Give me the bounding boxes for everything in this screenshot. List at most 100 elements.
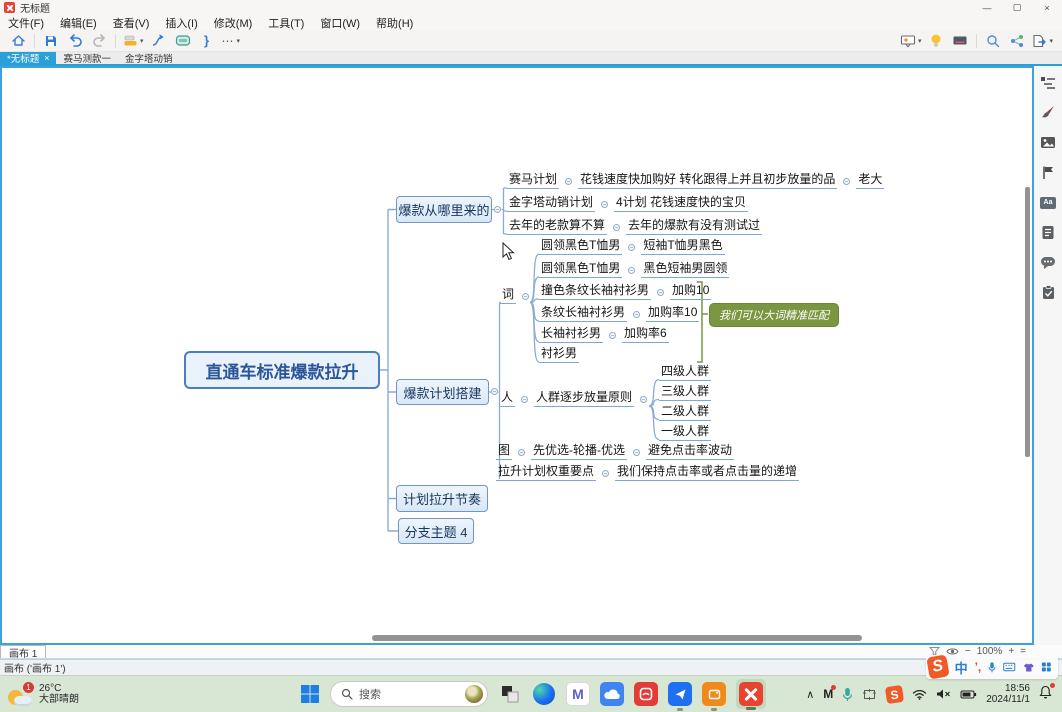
notes-button[interactable] — [1040, 224, 1057, 241]
canvas-tab-1[interactable]: 画布 1 — [0, 645, 46, 658]
topic[interactable]: 黑色短袖男圆领 — [641, 261, 729, 278]
brainstorm-button[interactable] — [927, 32, 945, 50]
collapse-toggle[interactable] — [494, 206, 501, 213]
topic[interactable]: 加购10 — [670, 283, 711, 300]
app-cloud-drive[interactable] — [600, 682, 624, 706]
tray-expand-chevron[interactable]: ∧ — [806, 688, 814, 701]
format-style-button[interactable]: ▾ — [123, 32, 144, 50]
insert-flag-button[interactable] — [1040, 164, 1057, 181]
tab-close-icon[interactable]: × — [44, 53, 49, 63]
topic[interactable]: 先优选-轮播-优选 — [531, 443, 627, 460]
topic-people[interactable]: 人 — [499, 390, 515, 407]
tab-saima-cekuan[interactable]: 赛马测款一 — [56, 52, 118, 64]
find-button[interactable] — [984, 32, 1002, 50]
collapse-toggle[interactable] — [628, 267, 635, 274]
save-button[interactable] — [42, 32, 60, 50]
topic[interactable]: 加购率6 — [622, 326, 669, 343]
topic-weight[interactable]: 拉升计划权重要点 — [496, 464, 596, 481]
topic[interactable]: 花钱速度快加购好 转化跟得上并且初步放量的品 — [578, 172, 837, 189]
sogou-toolbox-icon[interactable] — [1041, 661, 1052, 673]
app-blue-arrow[interactable] — [668, 682, 692, 706]
topic[interactable]: 衬衫男 — [539, 346, 579, 363]
menu-view[interactable]: 查看(V) — [105, 15, 158, 30]
app-files[interactable] — [498, 682, 522, 706]
slideshow-button[interactable]: ▾ — [900, 32, 922, 50]
topic[interactable]: 长袖衬衫男 — [539, 326, 603, 343]
insert-image-button[interactable] — [1040, 134, 1057, 151]
sogou-keyboard-icon[interactable] — [1003, 662, 1015, 672]
topic[interactable]: 圆领黑色T恤男 — [539, 238, 622, 255]
start-button[interactable] — [298, 682, 322, 706]
app-orange[interactable] — [702, 682, 726, 706]
topic[interactable]: 老大 — [856, 172, 884, 189]
font-style-button[interactable]: Aa — [1040, 194, 1057, 211]
summary-button[interactable]: } — [198, 32, 216, 50]
collapse-toggle[interactable] — [613, 224, 620, 231]
sogou-lang-mode[interactable]: 中 — [955, 658, 968, 677]
notification-center-button[interactable] — [1039, 685, 1052, 704]
banner-view-button[interactable] — [951, 32, 969, 50]
home-button[interactable] — [9, 32, 27, 50]
topic[interactable]: 一级人群 — [659, 424, 711, 441]
collapse-toggle[interactable] — [633, 449, 640, 456]
collapse-toggle[interactable] — [521, 396, 528, 403]
app-mindmaster[interactable]: M — [566, 682, 590, 706]
topic[interactable]: 三级人群 — [659, 384, 711, 401]
tab-jinzita-dongxiao[interactable]: 金字塔动销 — [118, 52, 180, 64]
search-highlight-image[interactable] — [465, 685, 483, 703]
topic[interactable]: 赛马计划 — [507, 172, 559, 189]
collapse-toggle[interactable] — [657, 289, 664, 296]
topic[interactable]: 避免点击率波动 — [646, 443, 734, 460]
style-brush-button[interactable] — [1040, 104, 1057, 121]
menu-edit[interactable]: 编辑(E) — [52, 15, 105, 30]
menu-modify[interactable]: 修改(M) — [206, 15, 261, 30]
summary-note[interactable]: 我们可以大词精准匹配 — [709, 303, 839, 327]
menu-file[interactable]: 文件(F) — [0, 15, 52, 30]
vertical-scrollbar[interactable] — [1025, 187, 1030, 457]
menu-insert[interactable]: 插入(I) — [157, 15, 205, 30]
comments-button[interactable] — [1040, 254, 1057, 271]
topic-word[interactable]: 词 — [500, 287, 516, 304]
outline-panel-button[interactable] — [1040, 74, 1057, 91]
sogou-skin-icon[interactable] — [1023, 662, 1035, 673]
wifi-icon[interactable] — [912, 689, 927, 700]
branch-hot-item-plan-build[interactable]: 爆款计划搭建 — [396, 379, 489, 405]
app-edge[interactable] — [532, 682, 556, 706]
taskbar-search-input[interactable]: 搜索 — [330, 681, 488, 707]
topic[interactable]: 加购率10 — [646, 305, 699, 322]
collapse-toggle[interactable] — [601, 201, 608, 208]
battery-icon[interactable] — [960, 689, 977, 700]
collapse-toggle[interactable] — [491, 388, 498, 395]
collapse-toggle[interactable] — [565, 178, 572, 185]
menu-tools[interactable]: 工具(T) — [260, 15, 312, 30]
collapse-toggle[interactable] — [843, 178, 850, 185]
topic[interactable]: 条纹长袖衬衫男 — [539, 305, 627, 322]
maximize-button[interactable]: ▢ — [1002, 0, 1032, 15]
branch-where-hot-items-come-from[interactable]: 爆款从哪里来的 — [396, 196, 492, 223]
app-mindmap-active[interactable] — [736, 679, 766, 709]
horizontal-scrollbar[interactable] — [372, 635, 862, 641]
minimize-button[interactable]: — — [972, 0, 1002, 15]
app-red[interactable] — [634, 682, 658, 706]
topic[interactable]: 去年的老款算不算 — [507, 218, 607, 235]
topic[interactable]: 人群逐步放量原则 — [534, 390, 634, 407]
topic-picture[interactable]: 图 — [496, 443, 512, 460]
volume-muted-icon[interactable] — [936, 688, 951, 700]
topic[interactable]: 二级人群 — [659, 404, 711, 421]
topic[interactable]: 4计划 花钱速度快的宝贝 — [614, 195, 748, 212]
export-button[interactable]: ▾ — [1032, 32, 1053, 50]
root-topic[interactable]: 直通车标准爆款拉升 — [184, 351, 380, 389]
sogou-tray-icon[interactable]: S — [885, 684, 904, 703]
tray-m-app[interactable]: M — [823, 687, 833, 701]
more-tools-button[interactable]: ⋯ ▾ — [222, 32, 241, 50]
collapse-toggle[interactable] — [609, 332, 616, 339]
topic[interactable]: 我们保持点击率或者点击量的递增 — [615, 464, 799, 481]
sogou-mic-icon[interactable] — [988, 661, 996, 674]
topic[interactable]: 撞色条纹长袖衬衫男 — [539, 283, 651, 300]
tab-untitled-active[interactable]: *无标题 × — [0, 52, 56, 64]
undo-button[interactable] — [66, 32, 84, 50]
close-button[interactable]: × — [1032, 0, 1062, 15]
topic[interactable]: 四级人群 — [659, 364, 711, 381]
collapse-toggle[interactable] — [633, 311, 640, 318]
weather-widget[interactable]: 1 26°C 大部晴朗 — [0, 682, 160, 706]
